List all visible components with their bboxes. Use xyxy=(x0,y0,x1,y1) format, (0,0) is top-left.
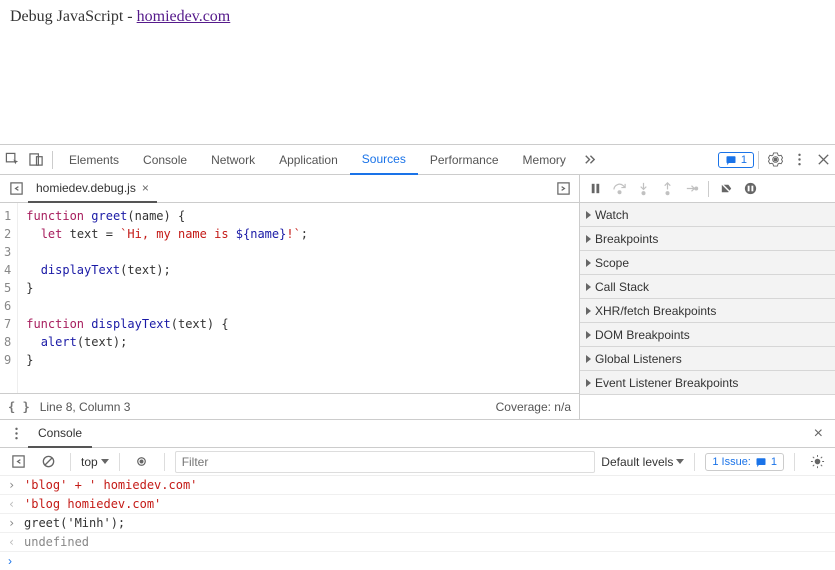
console-drawer: Console × top Default levels 1 Issue: 1 … xyxy=(0,419,835,570)
devtools-panel: Elements Console Network Application Sou… xyxy=(0,144,835,570)
step-out-icon[interactable] xyxy=(656,177,678,201)
console-drawer-close-icon[interactable]: × xyxy=(806,425,831,443)
close-devtools-icon[interactable] xyxy=(811,148,835,172)
console-settings-icon[interactable] xyxy=(805,450,829,474)
tab-elements[interactable]: Elements xyxy=(57,145,131,175)
debugger-section[interactable]: DOM Breakpoints xyxy=(580,323,835,347)
expand-icon xyxy=(586,331,591,339)
code-editor[interactable]: 123456789 function greet(name) { let tex… xyxy=(0,203,579,393)
inspect-icon[interactable] xyxy=(0,148,24,172)
expand-icon xyxy=(586,283,591,291)
deactivate-breakpoints-icon[interactable] xyxy=(715,177,737,201)
step-over-icon[interactable] xyxy=(608,177,630,201)
expand-icon xyxy=(586,307,591,315)
coverage-status: Coverage: n/a xyxy=(496,400,571,414)
code-gutter: 123456789 xyxy=(0,203,18,393)
kebab-icon[interactable] xyxy=(787,148,811,172)
pause-on-exceptions-icon[interactable] xyxy=(739,177,761,201)
expand-icon xyxy=(586,259,591,267)
debugger-section[interactable]: Call Stack xyxy=(580,275,835,299)
expand-icon xyxy=(586,355,591,363)
console-entry: ‹undefined xyxy=(0,533,835,552)
expand-icon xyxy=(586,235,591,243)
tab-network[interactable]: Network xyxy=(199,145,267,175)
expand-icon xyxy=(586,211,591,219)
console-entry: ›greet('Minh'); xyxy=(0,514,835,533)
tab-performance[interactable]: Performance xyxy=(418,145,511,175)
console-filter-input[interactable] xyxy=(175,451,596,473)
console-prompt[interactable]: › xyxy=(0,552,835,570)
expand-icon xyxy=(586,379,591,387)
console-drawer-tabs: Console × xyxy=(0,420,835,448)
console-drawer-tab[interactable]: Console xyxy=(28,420,92,448)
debugger-section[interactable]: Scope xyxy=(580,251,835,275)
devtools-tab-bar: Elements Console Network Application Sou… xyxy=(0,145,835,175)
debugger-toolbar xyxy=(580,175,835,203)
console-sidebar-toggle-icon[interactable] xyxy=(6,450,30,474)
tab-memory[interactable]: Memory xyxy=(511,145,578,175)
drawer-kebab-icon[interactable] xyxy=(4,422,28,446)
step-into-icon[interactable] xyxy=(632,177,654,201)
overflow-toggle-icon[interactable] xyxy=(551,177,575,201)
debugger-section[interactable]: Global Listeners xyxy=(580,347,835,371)
debugger-section[interactable]: Breakpoints xyxy=(580,227,835,251)
code-content: function greet(name) { let text = `Hi, m… xyxy=(18,203,316,393)
pause-icon[interactable] xyxy=(584,177,606,201)
debugger-section[interactable]: XHR/fetch Breakpoints xyxy=(580,299,835,323)
clear-console-icon[interactable] xyxy=(36,450,60,474)
log-levels-selector[interactable]: Default levels xyxy=(601,455,684,469)
tab-application[interactable]: Application xyxy=(267,145,350,175)
editor-status-bar: { } Line 8, Column 3 Coverage: n/a xyxy=(0,393,579,419)
cursor-position: Line 8, Column 3 xyxy=(40,400,131,414)
console-output: ›'blog' + ' homiedev.com'‹'blog homiedev… xyxy=(0,476,835,552)
file-tab-close-icon[interactable]: × xyxy=(142,181,149,195)
issues-chip-count: 1 xyxy=(741,154,747,166)
pretty-print-icon[interactable]: { } xyxy=(8,400,30,414)
sources-pane: homiedev.debug.js × 123456789 function g… xyxy=(0,175,835,419)
debugger-section[interactable]: Watch xyxy=(580,203,835,227)
context-selector[interactable]: top xyxy=(81,455,109,469)
page-heading: Debug JavaScript - homiedev.com xyxy=(0,0,835,34)
page-title-prefix: Debug JavaScript - xyxy=(10,8,137,25)
tab-console[interactable]: Console xyxy=(131,145,199,175)
step-icon[interactable] xyxy=(680,177,702,201)
more-tabs-icon[interactable] xyxy=(578,148,602,172)
console-entry: ›'blog' + ' homiedev.com' xyxy=(0,476,835,495)
file-tab-bar: homiedev.debug.js × xyxy=(0,175,579,203)
navigator-toggle-icon[interactable] xyxy=(4,177,28,201)
settings-icon[interactable] xyxy=(763,148,787,172)
issues-chip[interactable]: 1 xyxy=(718,152,754,168)
debugger-sidebar: WatchBreakpointsScopeCall StackXHR/fetch… xyxy=(580,175,835,419)
page-title-link[interactable]: homiedev.com xyxy=(137,8,231,25)
live-expression-icon[interactable] xyxy=(130,450,154,474)
debugger-section[interactable]: Event Listener Breakpoints xyxy=(580,371,835,395)
console-entry: ‹'blog homiedev.com' xyxy=(0,495,835,514)
tab-sources[interactable]: Sources xyxy=(350,145,418,175)
issues-pill[interactable]: 1 Issue: 1 xyxy=(705,453,784,471)
file-tab-name: homiedev.debug.js xyxy=(36,181,136,195)
file-tab[interactable]: homiedev.debug.js × xyxy=(28,175,157,203)
console-toolbar: top Default levels 1 Issue: 1 xyxy=(0,448,835,476)
device-toggle-icon[interactable] xyxy=(24,148,48,172)
